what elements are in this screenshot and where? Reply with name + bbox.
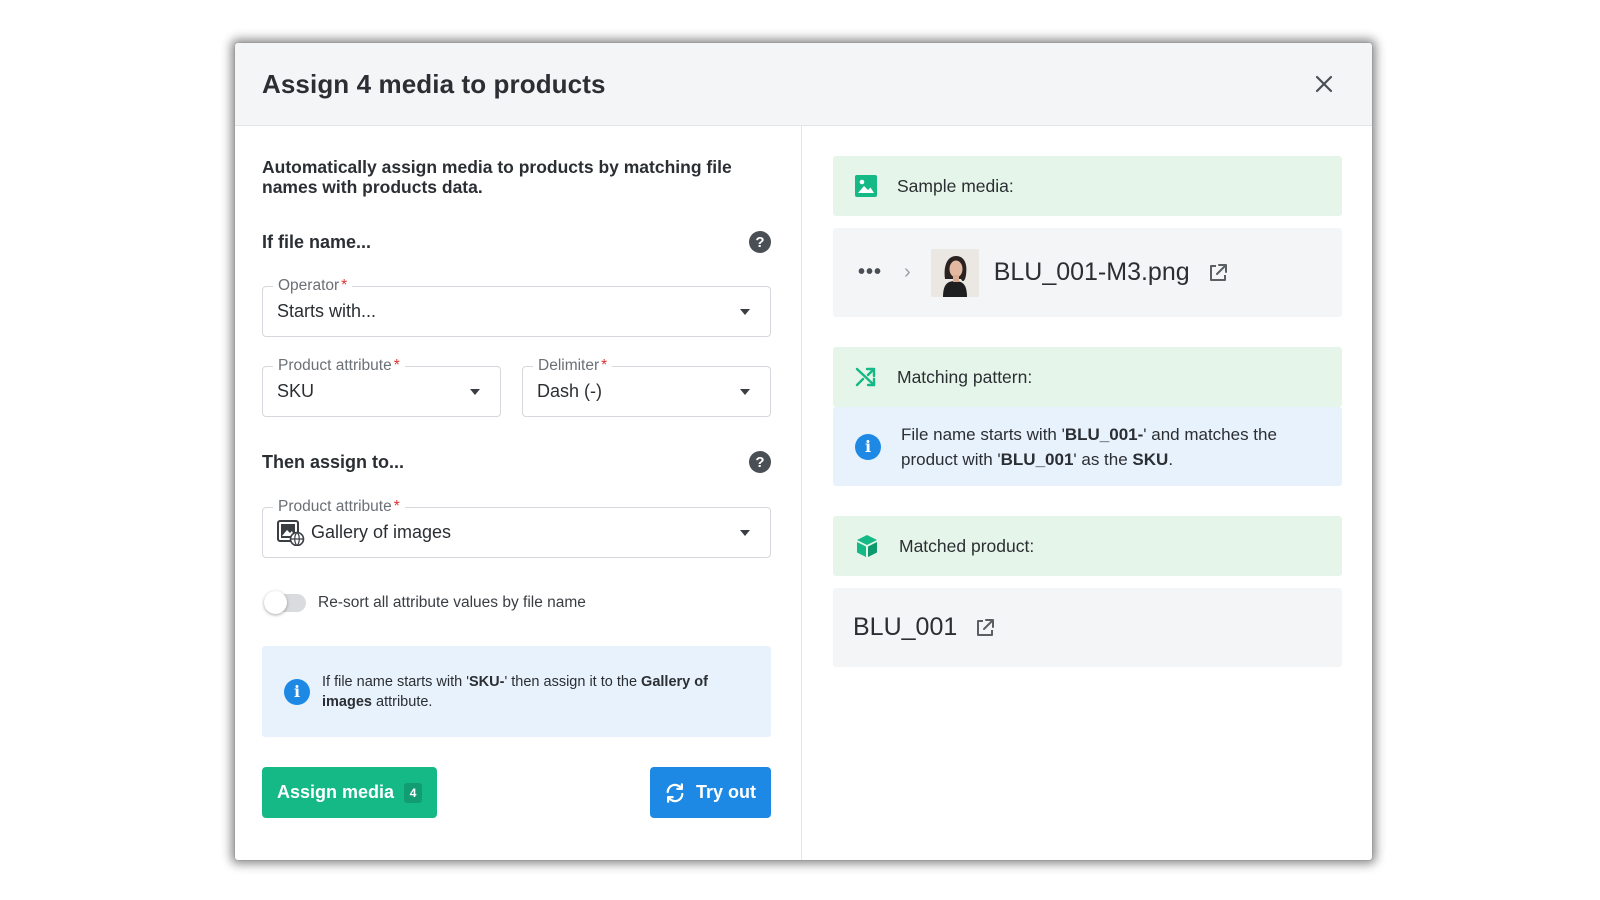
sample-media-path: ••• › BLU_001-M3.png	[833, 228, 1342, 317]
resort-toggle-row: Re-sort all attribute values by file nam…	[264, 591, 771, 614]
settings-panel: Automatically assign media to products b…	[235, 126, 802, 860]
assign-media-label: Assign media	[277, 782, 395, 802]
rule-info-text: If file name starts with 'SKU-' then ass…	[322, 673, 708, 710]
matched-product-row: BLU_001	[833, 588, 1342, 667]
rule-info-box: i If file name starts with 'SKU-' then a…	[262, 646, 771, 737]
operator-select[interactable]: Operator * Starts with...	[262, 276, 771, 337]
refresh-icon	[666, 782, 684, 803]
product-attribute-select[interactable]: Product attribute * SKU	[262, 356, 501, 417]
delimiter-select[interactable]: Delimiter * Dash (-)	[522, 356, 771, 417]
matching-pattern-title: Matching pattern:	[897, 366, 1033, 387]
matching-pattern-text: File name starts with 'BLU_001-' and mat…	[901, 424, 1277, 469]
resort-toggle[interactable]	[264, 591, 306, 614]
info-icon: i	[284, 678, 310, 705]
preview-panel: Sample media: ••• › BLU_001-M3.png Match…	[802, 126, 1372, 860]
help-icon[interactable]: ?	[749, 451, 771, 473]
dialog-header: Assign 4 media to products	[235, 43, 1372, 126]
if-section-title: If file name...	[262, 231, 372, 252]
sample-media-title: Sample media:	[897, 175, 1014, 196]
gallery-icon	[277, 519, 305, 546]
caret-down-icon	[470, 388, 480, 395]
try-out-label: Try out	[695, 782, 756, 802]
matched-product-title: Matched product:	[899, 535, 1035, 556]
resort-toggle-label: Re-sort all attribute values by file nam…	[318, 594, 586, 611]
sample-file-name: BLU_001-M3.png	[993, 258, 1190, 286]
matched-product-name: BLU_001	[853, 613, 958, 641]
delimiter-label: Delimiter *	[533, 356, 613, 376]
target-attribute-label: Product attribute *	[273, 497, 405, 517]
try-out-button[interactable]: Try out	[649, 767, 771, 818]
matched-product-header: Matched product:	[833, 516, 1342, 576]
target-attribute-select[interactable]: Product attribute * Gallery of images	[262, 497, 771, 558]
shuffle-icon	[855, 367, 876, 387]
more-icon[interactable]: •••	[858, 261, 882, 284]
product-attribute-label: Product attribute *	[273, 356, 405, 376]
info-icon: i	[855, 433, 881, 460]
assign-media-button[interactable]: Assign media 4	[262, 767, 438, 818]
matching-pattern-info: i File name starts with 'BLU_001-' and m…	[833, 407, 1342, 486]
close-button[interactable]	[1306, 66, 1342, 102]
caret-down-icon	[740, 308, 750, 315]
external-link-icon[interactable]	[1208, 263, 1228, 283]
image-icon	[855, 175, 877, 197]
close-icon	[1315, 75, 1333, 93]
assign-media-dialog: Assign 4 media to products Automatically…	[235, 43, 1372, 860]
product-attribute-value: SKU	[277, 381, 315, 401]
operator-value: Starts with...	[277, 301, 377, 321]
caret-down-icon	[740, 388, 750, 395]
sample-media-header: Sample media:	[833, 156, 1342, 216]
external-link-icon[interactable]	[975, 618, 995, 638]
dialog-title: Assign 4 media to products	[262, 68, 606, 99]
delimiter-value: Dash (-)	[537, 381, 603, 401]
operator-label: Operator *	[273, 276, 353, 296]
help-icon[interactable]: ?	[749, 231, 771, 253]
cube-icon	[857, 535, 877, 557]
media-thumbnail	[930, 248, 979, 297]
intro-text: Automatically assign media to products b…	[262, 157, 732, 197]
caret-down-icon	[740, 529, 750, 536]
chevron-right-icon: ›	[904, 261, 911, 283]
target-attribute-value: Gallery of images	[311, 522, 452, 542]
then-section-title: Then assign to...	[262, 451, 405, 472]
count-badge: 4	[404, 782, 423, 803]
matching-pattern-header: Matching pattern:	[833, 347, 1342, 407]
